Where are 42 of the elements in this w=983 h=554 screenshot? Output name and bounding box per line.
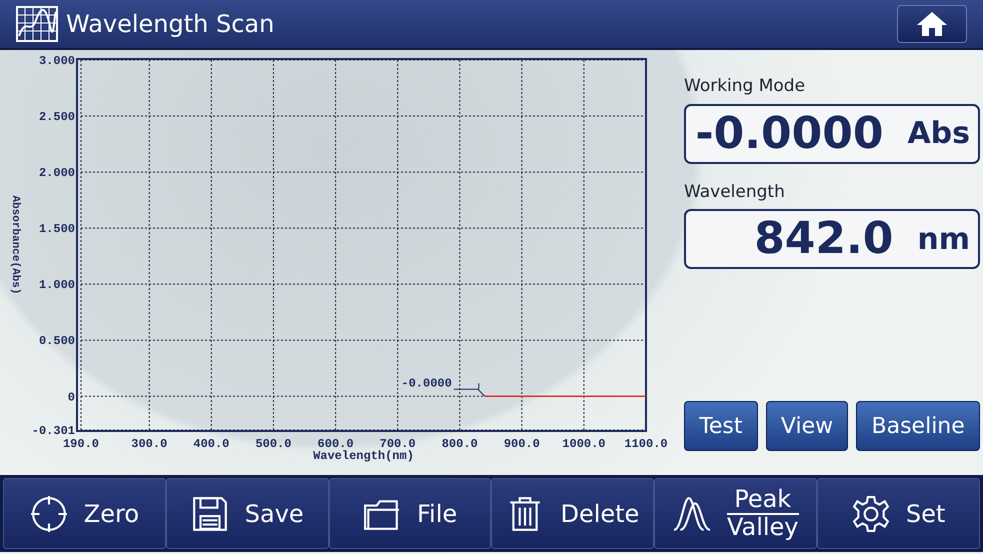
- x-tick-label: 500.0: [255, 437, 292, 451]
- annotation-label: -0.0000: [401, 376, 452, 390]
- y-axis-title: Absorbance(Abs): [9, 195, 21, 295]
- y-tick-label: 0.500: [38, 334, 75, 348]
- x-tick-label: 190.0: [63, 437, 99, 451]
- readout-display: 842.0 nm: [684, 209, 980, 269]
- x-tick-label: 800.0: [442, 437, 478, 451]
- home-icon: [916, 11, 948, 37]
- peaks-icon: [672, 494, 711, 532]
- x-tick-label: 400.0: [193, 437, 230, 451]
- x-axis-title: Wavelength(nm): [313, 449, 414, 463]
- x-tick-label: 700.0: [380, 437, 416, 451]
- readout-label: Working Mode: [684, 75, 806, 98]
- chart-icon: [16, 6, 58, 42]
- action-button[interactable]: Test: [684, 401, 758, 451]
- x-tick-label: 1100.0: [624, 437, 668, 451]
- toolbar-button[interactable]: File: [328, 478, 492, 549]
- target-icon: [30, 494, 68, 532]
- y-tick-label: -0.301: [32, 424, 75, 438]
- y-tick-label: 0: [68, 390, 75, 404]
- toolbar-button[interactable]: Save: [166, 478, 329, 549]
- x-tick-label: 300.0: [131, 437, 168, 451]
- x-tick-label: 600.0: [318, 437, 354, 451]
- y-tick-label: 2.000: [38, 166, 75, 180]
- toolbar-button[interactable]: Set: [817, 478, 980, 549]
- gear-icon: [852, 494, 890, 532]
- action-button[interactable]: View: [766, 401, 848, 451]
- toolbar-button[interactable]: Peak Valley: [654, 478, 818, 549]
- y-tick-label: 1.500: [38, 222, 75, 236]
- y-tick-label: 1.000: [38, 278, 75, 292]
- toolbar-button[interactable]: Zero: [3, 478, 166, 549]
- x-tick-label: 900.0: [504, 437, 540, 451]
- action-button[interactable]: Baseline: [856, 401, 980, 451]
- home-button[interactable]: [897, 5, 967, 43]
- leader-line: [453, 382, 486, 397]
- toolbar-button[interactable]: Delete: [491, 478, 654, 549]
- y-tick-label: 2.500: [38, 110, 75, 124]
- window-title: Wavelength Scan: [66, 9, 274, 40]
- y-tick-label: 3.000: [38, 54, 75, 68]
- readout-display: -0.0000 Abs: [684, 104, 980, 164]
- x-tick-label: 1000.0: [562, 437, 606, 451]
- readout-label: Wavelength: [684, 180, 786, 204]
